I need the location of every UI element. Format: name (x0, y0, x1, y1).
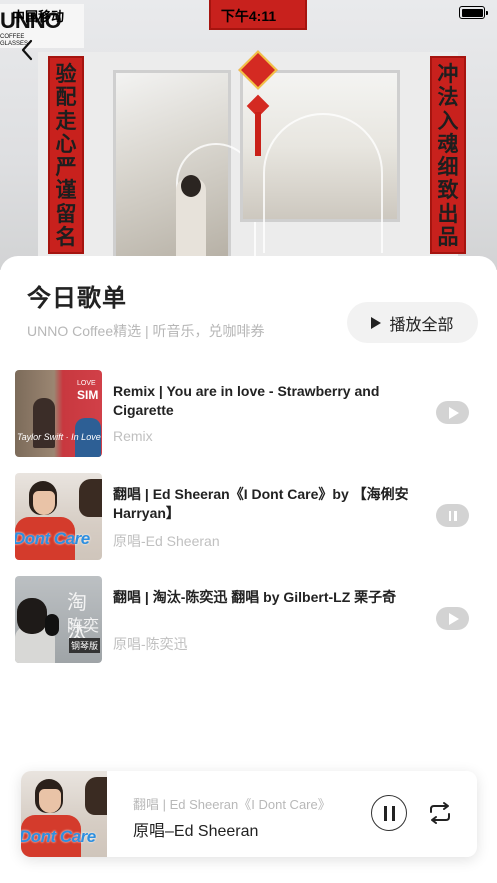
repeat-button[interactable] (427, 801, 453, 825)
couplet-left: 验配 走心 严谨 留名 (48, 56, 84, 254)
song-play-button[interactable] (436, 401, 469, 424)
play-icon (371, 316, 382, 329)
song-play-button[interactable] (436, 607, 469, 630)
pause-icon-bar (391, 805, 395, 821)
repeat-icon (430, 802, 450, 824)
cover-text: Dont Care (15, 529, 90, 548)
song-subtitle: Remix (113, 428, 153, 444)
knot-tassel (255, 112, 261, 156)
mini-player[interactable]: Dont Care 翻唱 | Ed Sheeran《I Dont Care》 原… (21, 771, 477, 857)
playlist-subtitle: UNNO Coffee精选 | 听音乐，兑咖啡券 (27, 323, 265, 339)
cover-text: SIM (77, 388, 99, 402)
cover-text: Dont Care (21, 827, 96, 846)
player-pause-button[interactable] (371, 795, 407, 831)
back-button[interactable] (14, 36, 42, 64)
status-time: 下午4:11 (220, 8, 277, 24)
hero-image: 验配 走心 严谨 留名 冲法 入魂 细致 出品 UNNO COFFEE GLAS… (0, 0, 497, 270)
player-cover: Dont Care (21, 771, 107, 857)
song-row[interactable]: Dont Care 翻唱 | Ed Sheeran《I Dont Care》by… (0, 473, 497, 567)
song-row[interactable]: 淘汰 陈奕 钢琴版 翻唱 | 淘汰-陈奕迅 翻唱 by Gilbert-LZ 栗… (0, 576, 497, 670)
player-song-artist: 原唱–Ed Sheeran (133, 823, 259, 840)
play-all-label: 播放全部 (389, 316, 454, 334)
cover-text: 钢琴版 (69, 638, 101, 653)
person-head (181, 175, 201, 197)
chevron-left-icon (21, 39, 33, 61)
shop-window-right (240, 70, 400, 253)
pause-icon (448, 510, 457, 521)
song-title: Remix | You are in love - Strawberry and… (113, 383, 380, 418)
song-subtitle: 原唱-陈奕迅 (113, 636, 188, 652)
song-title: 翻唱 | 淘汰-陈奕迅 翻唱 by Gilbert-LZ 栗子奇 (113, 589, 397, 605)
cover-text: 陈奕 (67, 616, 100, 635)
play-all-button[interactable]: 播放全部 (347, 302, 478, 343)
couplet-right: 冲法 入魂 细致 出品 (430, 56, 466, 254)
song-subtitle: 原唱-Ed Sheeran (113, 533, 220, 549)
playlist-title: 今日歌单 (27, 285, 127, 312)
song-pause-button[interactable] (436, 504, 469, 527)
song-cover: Taylor Swift · In Love LOVE SIM (15, 370, 102, 457)
play-icon (449, 406, 459, 419)
song-cover: Dont Care (15, 473, 102, 560)
song-row[interactable]: Taylor Swift · In Love LOVE SIM Remix | … (0, 370, 497, 464)
shop-window-left (113, 70, 256, 270)
cover-text: LOVE (77, 380, 96, 387)
pause-icon-bar (383, 805, 387, 821)
player-song-title: 翻唱 | Ed Sheeran《I Dont Care》 (133, 797, 331, 812)
play-icon (449, 612, 459, 625)
song-cover: 淘汰 陈奕 钢琴版 (15, 576, 102, 663)
song-title: 翻唱 | Ed Sheeran《I Dont Care》by 【海俐安Harry… (113, 486, 409, 521)
cover-text: Taylor Swift · In Love (17, 432, 101, 442)
battery-icon (459, 6, 488, 19)
